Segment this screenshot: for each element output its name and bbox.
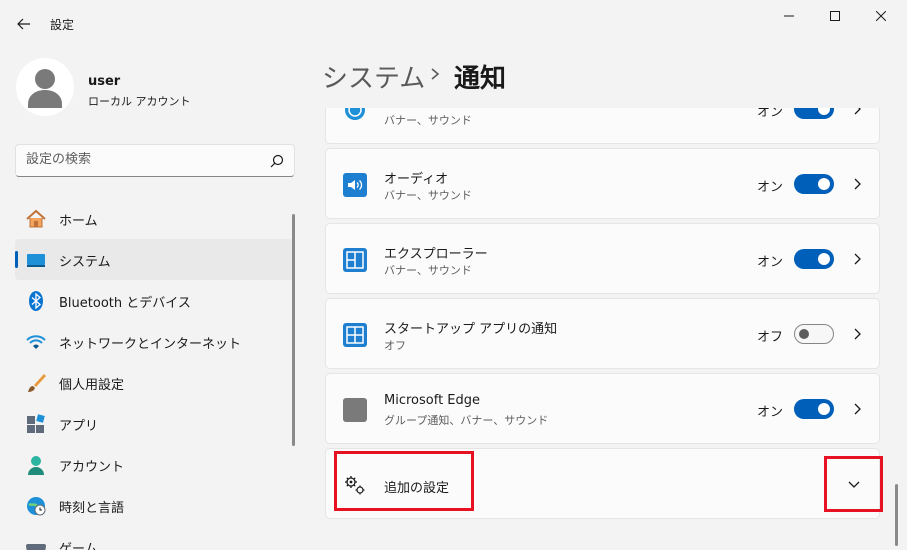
toggle-state-label: オフ xyxy=(756,330,783,345)
highlight-box-additional-settings xyxy=(334,451,474,511)
sidebar-nav: ホーム システム Bluetooth とデバイス ネットワークとインターネット … xyxy=(15,198,293,550)
back-arrow-icon xyxy=(17,18,30,30)
notification-toggle[interactable] xyxy=(794,108,834,119)
globe-clock-icon xyxy=(25,495,47,517)
breadcrumb: システム 通知 xyxy=(322,58,506,95)
sidebar-item-label: ネットワークとインターネット xyxy=(59,337,242,352)
wifi-icon xyxy=(25,331,47,353)
chevron-right-icon xyxy=(854,178,861,190)
notification-toggle[interactable] xyxy=(794,399,834,419)
toggle-state-label: オン xyxy=(756,405,783,420)
back-button[interactable] xyxy=(12,12,36,36)
chevron-right-icon xyxy=(854,328,861,340)
sidebar-scrollbar[interactable] xyxy=(292,214,295,446)
bluetooth-icon xyxy=(25,290,47,312)
chevron-right-icon xyxy=(431,68,440,80)
sidebar-item-apps[interactable]: アプリ xyxy=(15,403,293,444)
notification-audio-row[interactable]: オーディオ バナー、サウンド オン xyxy=(325,148,880,219)
close-button[interactable] xyxy=(858,4,904,28)
app-title: 設定 xyxy=(50,18,75,32)
toggle-state-label: オン xyxy=(756,180,783,195)
home-icon xyxy=(25,208,47,230)
maximize-icon xyxy=(830,11,840,21)
highlight-box-expand xyxy=(824,456,883,512)
app-notification-summary: オフ xyxy=(384,339,406,352)
brush-icon xyxy=(25,372,47,394)
sidebar-item-home[interactable]: ホーム xyxy=(15,198,293,239)
sidebar-item-label: ゲーム xyxy=(59,542,98,550)
person-icon xyxy=(25,454,47,476)
sidebar-item-bluetooth[interactable]: Bluetooth とデバイス xyxy=(15,280,293,321)
app-notification-summary: グループ通知、バナー、サウンド xyxy=(384,414,549,427)
search-icon xyxy=(270,154,284,168)
notification-explorer-row[interactable]: エクスプローラー バナー、サウンド オン xyxy=(325,223,880,294)
edge-icon xyxy=(343,398,367,422)
app-name: オーディオ xyxy=(384,172,449,187)
settings-search[interactable] xyxy=(15,144,295,177)
monitor-icon xyxy=(25,249,47,271)
app-name: Microsoft Edge xyxy=(384,393,481,408)
app-notification-summary: バナー、サウンド xyxy=(384,264,472,277)
app-name: スタートアップ アプリの通知 xyxy=(384,322,558,337)
app-name: エクスプローラー xyxy=(384,247,488,262)
sidebar-item-network[interactable]: ネットワークとインターネット xyxy=(15,321,293,362)
minimize-button[interactable] xyxy=(766,4,812,28)
app-notification-summary: バナー、サウンド xyxy=(384,114,472,127)
chevron-right-icon xyxy=(854,253,861,265)
chevron-right-icon xyxy=(854,403,861,415)
notification-app-row[interactable]: バナー、サウンド オン xyxy=(325,108,880,144)
breadcrumb-parent[interactable]: システム xyxy=(322,64,425,94)
title-bar: 設定 xyxy=(0,0,907,48)
search-input[interactable] xyxy=(26,152,266,167)
speaker-icon xyxy=(343,173,367,197)
app-icon xyxy=(343,108,367,122)
notification-toggle[interactable] xyxy=(794,324,834,344)
apps-icon xyxy=(25,413,47,435)
close-icon xyxy=(876,11,886,21)
sidebar-item-system[interactable]: システム xyxy=(15,239,293,280)
notification-startup-apps-row[interactable]: スタートアップ アプリの通知 オフ オフ xyxy=(325,298,880,369)
startup-apps-icon xyxy=(343,323,367,347)
explorer-icon xyxy=(343,248,367,272)
sidebar-item-gaming[interactable]: ゲーム xyxy=(15,526,293,550)
notification-toggle[interactable] xyxy=(794,249,834,269)
chevron-right-icon xyxy=(854,108,861,115)
maximize-button[interactable] xyxy=(812,4,858,28)
avatar xyxy=(16,58,74,116)
notification-toggle[interactable] xyxy=(794,174,834,194)
minimize-icon xyxy=(784,15,794,17)
account-type: ローカル アカウント xyxy=(88,95,191,108)
main-scrollbar[interactable] xyxy=(895,484,898,546)
sidebar-item-label: アプリ xyxy=(59,419,99,434)
sidebar-item-time-language[interactable]: 時刻と言語 xyxy=(15,485,293,526)
app-notification-summary: バナー、サウンド xyxy=(384,189,472,202)
toggle-state-label: オン xyxy=(756,255,783,270)
sidebar-item-label: Bluetooth とデバイス xyxy=(59,296,191,311)
sidebar-item-label: ホーム xyxy=(59,214,98,229)
sidebar-item-label: システム xyxy=(59,255,111,270)
sidebar-item-personalization[interactable]: 個人用設定 xyxy=(15,362,293,403)
sidebar-item-label: アカウント xyxy=(59,460,125,475)
user-name: user xyxy=(88,74,121,89)
sidebar-item-accounts[interactable]: アカウント xyxy=(15,444,293,485)
page-title: 通知 xyxy=(454,64,507,94)
gamepad-icon xyxy=(25,536,47,550)
user-avatar-icon xyxy=(28,69,62,108)
toggle-state-label: オン xyxy=(756,108,783,120)
notification-edge-row[interactable]: Microsoft Edge グループ通知、バナー、サウンド オン xyxy=(325,373,880,444)
sidebar-item-label: 時刻と言語 xyxy=(59,501,125,516)
sidebar-item-label: 個人用設定 xyxy=(59,378,125,393)
